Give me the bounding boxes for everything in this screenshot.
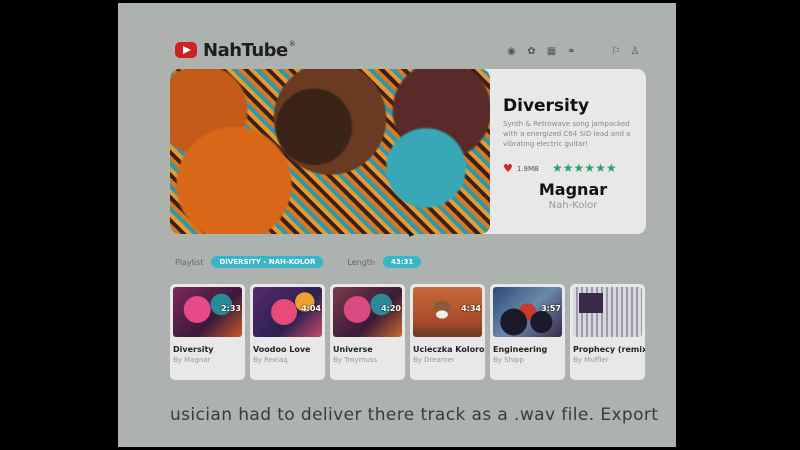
likes-count: 1.9MB: [516, 165, 539, 173]
track-card[interactable]: 4:34 Ucieczka Kolorow By Dreamer: [410, 284, 485, 380]
track-title: Universe: [333, 345, 373, 354]
likes[interactable]: ♥ 1.9MB: [503, 163, 539, 174]
track-title: Engineering: [493, 345, 548, 354]
star-icon: ★: [552, 161, 563, 175]
track-duration: 4:34: [461, 304, 481, 313]
track-title: Diversity: [173, 345, 214, 354]
track-duration: 3:57: [541, 304, 561, 313]
header-icons: ◉ ✿ ▦ ⚭: [506, 46, 577, 57]
rating-stars[interactable]: ★★★★★★: [552, 161, 617, 175]
track-title: Prophecy (remix): [573, 345, 645, 354]
track-card[interactable]: 4:04 Voodoo Love By Rexiaq: [250, 284, 325, 380]
user-icon[interactable]: ♙: [630, 46, 640, 57]
track-artist: By Dreamer: [413, 356, 455, 364]
track-artist: By Muffler: [573, 356, 609, 364]
palette-icon[interactable]: ✿: [526, 46, 537, 57]
featured-info: Diversity Synth & Retrowave song jampack…: [500, 69, 646, 234]
track-card[interactable]: 2:33 Diversity By Magnar: [170, 284, 245, 380]
track-card[interactable]: 3:57 Engineering By Shipp: [490, 284, 565, 380]
star-icon: ★: [605, 161, 617, 175]
featured-song-card[interactable]: Diversity Synth & Retrowave song jampack…: [170, 69, 646, 234]
track-duration: 4:04: [301, 304, 321, 313]
app-screen: NahTube® ◉ ✿ ▦ ⚭ ⚐ ♙ Diversity Synth & R…: [118, 3, 676, 447]
star-icon: ★: [595, 161, 606, 175]
disc-icon[interactable]: ◉: [506, 46, 517, 57]
track-artist: By Magnar: [173, 356, 211, 364]
track-duration: 2:33: [221, 304, 241, 313]
star-icon: ★: [562, 161, 574, 175]
track-duration: 4:20: [381, 304, 401, 313]
playlist-pill[interactable]: DIVERSITY - NAH-KOLOR: [211, 256, 324, 268]
song-description: Synth & Retrowave song jampacked with a …: [503, 120, 631, 148]
playlist-info: Playlist DIVERSITY - NAH-KOLOR Length 43…: [175, 256, 422, 268]
play-logo-icon: [175, 42, 197, 58]
album-art[interactable]: [170, 69, 490, 234]
track-list: 2:33 Diversity By Magnar 4:04 Voodoo Lov…: [170, 284, 645, 380]
track-card[interactable]: 4:20 Universe By Troymuss: [330, 284, 405, 380]
label-name: Nah-Kolor: [548, 200, 598, 211]
song-title: Diversity: [503, 96, 590, 116]
grid-icon[interactable]: ▦: [546, 46, 557, 57]
track-card[interactable]: Prophecy (remix) By Muffler: [570, 284, 645, 380]
track-artist: By Shipp: [493, 356, 524, 364]
user-icons: ⚐ ♙: [611, 46, 640, 57]
track-title: Ucieczka Kolorow: [413, 345, 485, 354]
scrolling-ticker: usician had to deliver there track as a …: [170, 405, 659, 425]
brand-name: NahTube®: [203, 39, 296, 61]
heart-icon[interactable]: ♥: [503, 163, 513, 174]
length-label: Length: [347, 257, 375, 267]
track-artist: By Troymuss: [333, 356, 378, 364]
track-title: Voodoo Love: [253, 345, 311, 354]
brand-logo[interactable]: NahTube®: [175, 39, 296, 61]
link-icon[interactable]: ⚭: [566, 46, 577, 57]
playlist-label: Playlist: [175, 257, 204, 267]
track-artist: By Rexiaq: [253, 356, 288, 364]
star-icon: ★: [584, 161, 596, 175]
artist-name[interactable]: Magnar: [500, 180, 646, 199]
chat-icon[interactable]: ⚐: [611, 46, 621, 57]
star-icon: ★: [573, 161, 585, 175]
track-thumbnail[interactable]: [573, 287, 642, 337]
length-pill: 43:31: [382, 256, 422, 268]
